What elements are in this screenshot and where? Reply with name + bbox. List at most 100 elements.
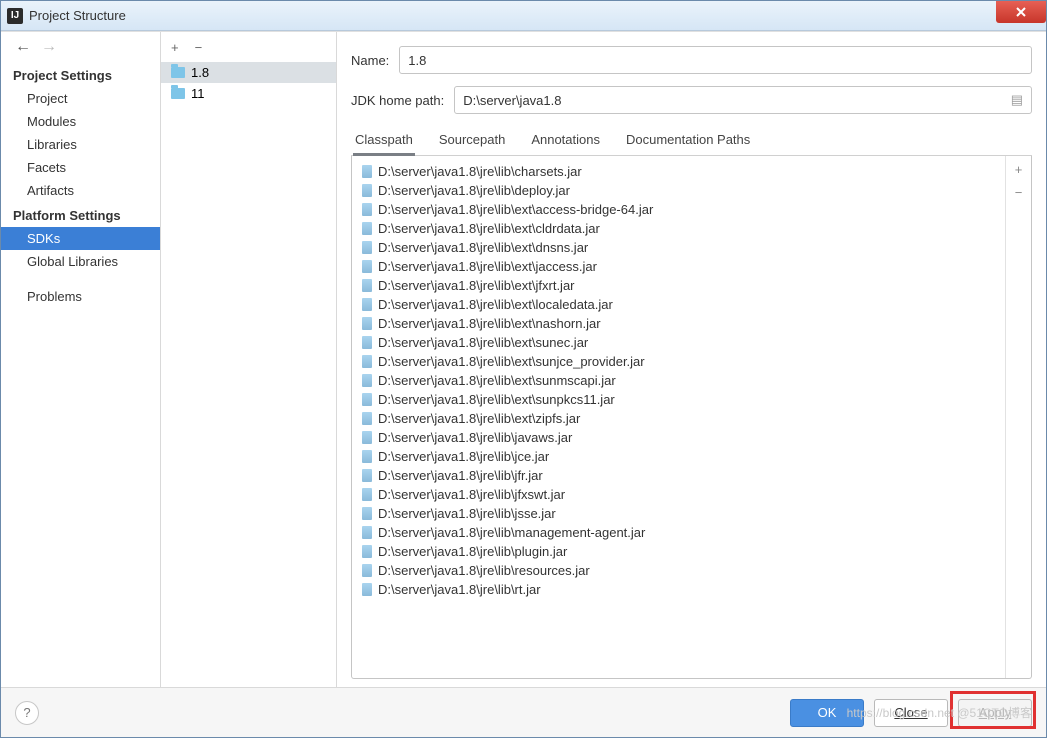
platform-settings-heading: Platform Settings: [1, 202, 160, 227]
jar-icon: [362, 488, 372, 501]
tab-sourcepath[interactable]: Sourcepath: [437, 126, 508, 155]
classpath-path: D:\server\java1.8\jre\lib\resources.jar: [378, 563, 590, 578]
classpath-path: D:\server\java1.8\jre\lib\ext\sunjce_pro…: [378, 354, 645, 369]
classpath-entry[interactable]: D:\server\java1.8\jre\lib\ext\jfxrt.jar: [356, 276, 1001, 295]
classpath-entry[interactable]: D:\server\java1.8\jre\lib\ext\cldrdata.j…: [356, 219, 1001, 238]
classpath-entry[interactable]: D:\server\java1.8\jre\lib\ext\nashorn.ja…: [356, 314, 1001, 333]
classpath-entry[interactable]: D:\server\java1.8\jre\lib\ext\sunec.jar: [356, 333, 1001, 352]
app-icon: IJ: [7, 8, 23, 24]
sdk-item-label: 1.8: [191, 65, 209, 80]
jar-icon: [362, 222, 372, 235]
apply-button[interactable]: Apply: [958, 699, 1032, 727]
classpath-entry[interactable]: D:\server\java1.8\jre\lib\ext\jaccess.ja…: [356, 257, 1001, 276]
sdk-item[interactable]: 11: [161, 83, 336, 104]
classpath-entry[interactable]: D:\server\java1.8\jre\lib\ext\zipfs.jar: [356, 409, 1001, 428]
sidebar-item-modules[interactable]: Modules: [1, 110, 160, 133]
classpath-entry[interactable]: D:\server\java1.8\jre\lib\jce.jar: [356, 447, 1001, 466]
classpath-entry[interactable]: D:\server\java1.8\jre\lib\charsets.jar: [356, 162, 1001, 181]
jar-icon: [362, 564, 372, 577]
classpath-path: D:\server\java1.8\jre\lib\plugin.jar: [378, 544, 567, 559]
classpath-path: D:\server\java1.8\jre\lib\jce.jar: [378, 449, 549, 464]
classpath-list[interactable]: D:\server\java1.8\jre\lib\charsets.jar D:…: [352, 156, 1005, 678]
close-button[interactable]: Close: [874, 699, 948, 727]
classpath-path: D:\server\java1.8\jre\lib\jfxswt.jar: [378, 487, 565, 502]
window-close-button[interactable]: [996, 1, 1046, 23]
sidebar-item-project[interactable]: Project: [1, 87, 160, 110]
classpath-path: D:\server\java1.8\jre\lib\management-age…: [378, 525, 645, 540]
classpath-path: D:\server\java1.8\jre\lib\ext\zipfs.jar: [378, 411, 580, 426]
sidebar-item-problems[interactable]: Problems: [1, 285, 160, 308]
classpath-entry[interactable]: D:\server\java1.8\jre\lib\ext\sunjce_pro…: [356, 352, 1001, 371]
classpath-path: D:\server\java1.8\jre\lib\ext\sunpkcs11.…: [378, 392, 615, 407]
classpath-path: D:\server\java1.8\jre\lib\ext\jaccess.ja…: [378, 259, 597, 274]
classpath-entry[interactable]: D:\server\java1.8\jre\lib\management-age…: [356, 523, 1001, 542]
classpath-path: D:\server\java1.8\jre\lib\ext\sunec.jar: [378, 335, 588, 350]
classpath-path: D:\server\java1.8\jre\lib\rt.jar: [378, 582, 541, 597]
jar-icon: [362, 507, 372, 520]
nav-back-icon[interactable]: ←: [15, 38, 31, 56]
classpath-path: D:\server\java1.8\jre\lib\jfr.jar: [378, 468, 543, 483]
title-bar: IJ Project Structure: [1, 1, 1046, 31]
name-label: Name:: [351, 53, 389, 68]
classpath-entry[interactable]: D:\server\java1.8\jre\lib\resources.jar: [356, 561, 1001, 580]
ok-button[interactable]: OK: [790, 699, 864, 727]
classpath-entry[interactable]: D:\server\java1.8\jre\lib\javaws.jar: [356, 428, 1001, 447]
home-path-label: JDK home path:: [351, 93, 444, 108]
jar-icon: [362, 450, 372, 463]
sidebar-item-global-libraries[interactable]: Global Libraries: [1, 250, 160, 273]
sdk-tabs: Classpath Sourcepath Annotations Documentat…: [351, 126, 1032, 156]
tab-documentation-paths[interactable]: Documentation Paths: [624, 126, 752, 155]
classpath-path: D:\server\java1.8\jre\lib\javaws.jar: [378, 430, 572, 445]
jar-icon: [362, 260, 372, 273]
remove-classpath-icon[interactable]: −: [1015, 185, 1023, 200]
classpath-entry[interactable]: D:\server\java1.8\jre\lib\ext\sunmscapi.…: [356, 371, 1001, 390]
classpath-entry[interactable]: D:\server\java1.8\jre\lib\rt.jar: [356, 580, 1001, 599]
classpath-entry[interactable]: D:\server\java1.8\jre\lib\deploy.jar: [356, 181, 1001, 200]
classpath-path: D:\server\java1.8\jre\lib\ext\cldrdata.j…: [378, 221, 600, 236]
classpath-entry[interactable]: D:\server\java1.8\jre\lib\jsse.jar: [356, 504, 1001, 523]
classpath-entry[interactable]: D:\server\java1.8\jre\lib\plugin.jar: [356, 542, 1001, 561]
jar-icon: [362, 184, 372, 197]
sdk-item-label: 11: [191, 86, 205, 101]
jar-icon: [362, 165, 372, 178]
jdk-home-path-input[interactable]: D:\server\java1.8 ▤: [454, 86, 1032, 114]
classpath-entry[interactable]: D:\server\java1.8\jre\lib\jfr.jar: [356, 466, 1001, 485]
add-classpath-icon[interactable]: +: [1015, 162, 1023, 177]
classpath-entry[interactable]: D:\server\java1.8\jre\lib\ext\access-bri…: [356, 200, 1001, 219]
help-button[interactable]: ?: [15, 701, 39, 725]
jar-icon: [362, 431, 372, 444]
classpath-path: D:\server\java1.8\jre\lib\ext\access-bri…: [378, 202, 653, 217]
jar-icon: [362, 203, 372, 216]
sdk-item[interactable]: 1.8: [161, 62, 336, 83]
sidebar-item-artifacts[interactable]: Artifacts: [1, 179, 160, 202]
classpath-entry[interactable]: D:\server\java1.8\jre\lib\ext\sunpkcs11.…: [356, 390, 1001, 409]
classpath-path: D:\server\java1.8\jre\lib\charsets.jar: [378, 164, 582, 179]
classpath-path: D:\server\java1.8\jre\lib\ext\dnsns.jar: [378, 240, 588, 255]
classpath-entry[interactable]: D:\server\java1.8\jre\lib\jfxswt.jar: [356, 485, 1001, 504]
sidebar-item-sdks[interactable]: SDKs: [1, 227, 160, 250]
tab-classpath[interactable]: Classpath: [353, 126, 415, 155]
sidebar-item-facets[interactable]: Facets: [1, 156, 160, 179]
nav-forward-icon[interactable]: →: [41, 38, 57, 56]
jar-icon: [362, 374, 372, 387]
sdk-detail-panel: Name: JDK home path: D:\server\java1.8 ▤…: [337, 32, 1046, 687]
remove-sdk-icon[interactable]: −: [195, 40, 203, 55]
classpath-path: D:\server\java1.8\jre\lib\jsse.jar: [378, 506, 556, 521]
classpath-path: D:\server\java1.8\jre\lib\ext\nashorn.ja…: [378, 316, 601, 331]
jdk-home-path-value: D:\server\java1.8: [463, 93, 561, 108]
sdk-list-pane: + − 1.8 11: [161, 32, 337, 687]
jar-icon: [362, 298, 372, 311]
add-sdk-icon[interactable]: +: [171, 40, 179, 55]
tab-annotations[interactable]: Annotations: [529, 126, 602, 155]
jar-icon: [362, 317, 372, 330]
sidebar-item-libraries[interactable]: Libraries: [1, 133, 160, 156]
sdk-name-input[interactable]: [399, 46, 1032, 74]
jar-icon: [362, 393, 372, 406]
settings-sidebar: ← → Project Settings ProjectModulesLibra…: [1, 32, 161, 687]
jar-icon: [362, 355, 372, 368]
classpath-entry[interactable]: D:\server\java1.8\jre\lib\ext\dnsns.jar: [356, 238, 1001, 257]
browse-folder-icon[interactable]: ▤: [1011, 92, 1023, 108]
classpath-path: D:\server\java1.8\jre\lib\ext\sunmscapi.…: [378, 373, 616, 388]
jar-icon: [362, 526, 372, 539]
classpath-entry[interactable]: D:\server\java1.8\jre\lib\ext\localedata…: [356, 295, 1001, 314]
